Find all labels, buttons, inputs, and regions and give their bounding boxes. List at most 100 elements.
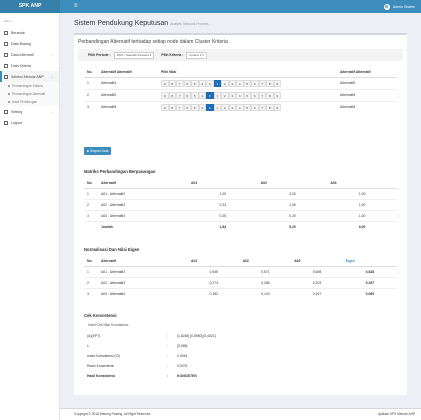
criteria-select-value: Kriteria 1 <box>189 53 202 57</box>
scale-option[interactable]: 7 <box>258 91 266 99</box>
scale-option[interactable]: 8 <box>266 79 274 87</box>
scale-option[interactable]: 7 <box>258 103 266 111</box>
total-cell: Jumlah <box>98 220 188 232</box>
sidebar-item-label: Seleksi Metode ANP <box>11 74 44 79</box>
table-cell: 2 <box>84 276 98 288</box>
table-cell: 3 <box>84 287 98 299</box>
scale-option[interactable]: 9 <box>273 103 281 111</box>
table-cell: A02 - Alternatif3 <box>98 276 188 288</box>
save-button[interactable]: ■ Simpan Data <box>84 147 112 155</box>
scale-option[interactable]: 5 <box>243 91 251 99</box>
chevron-left-icon: ‹ <box>52 109 53 114</box>
scale-option[interactable]: 3 <box>228 91 236 99</box>
scale-option[interactable]: 5 <box>243 79 251 87</box>
scale-option[interactable]: 3 <box>206 103 214 111</box>
filter-bar: Pilih Periode : 2015 - Sekolah Pertama ▾… <box>78 49 403 61</box>
scale-option[interactable]: 6 <box>183 103 191 111</box>
scale-option[interactable]: 5 <box>191 91 199 99</box>
scale-option[interactable]: 7 <box>176 103 184 111</box>
scale-option[interactable]: 3 <box>228 79 236 87</box>
user-name: Admin Sistem <box>392 4 415 9</box>
sidebar-header: Menu <box>4 19 12 23</box>
consistency-cell: 0,0076 <box>177 364 188 368</box>
scale-option[interactable]: 5 <box>191 103 199 111</box>
scale-option[interactable]: 4 <box>198 91 206 99</box>
total-cell: 1,83 <box>188 220 258 232</box>
sidebar-item-label: Setting <box>11 109 23 114</box>
criteria-select[interactable]: Kriteria 1 ▾ <box>186 51 207 59</box>
scale-option[interactable]: 4 <box>198 103 206 111</box>
sidebar-toggle-icon[interactable]: ≡ <box>74 0 78 13</box>
scale-option[interactable]: 4 <box>236 103 244 111</box>
scale-option[interactable]: 8 <box>168 103 176 111</box>
scale-option[interactable]: 6 <box>183 79 191 87</box>
scale-option[interactable]: 8 <box>168 79 176 87</box>
scale-option[interactable]: 3 <box>206 79 214 87</box>
main-content: Sistem Pendukung Keputusan Analytic Netwo… <box>60 13 421 408</box>
consistency-cell: [1,6248] [0,8960] [0,4021] <box>177 334 216 338</box>
scale-option[interactable]: 9 <box>273 79 281 87</box>
scale-option[interactable]: 6 <box>183 91 191 99</box>
scale-option[interactable]: 9 <box>161 91 169 99</box>
scale-option[interactable]: 5 <box>191 79 199 87</box>
sidebar-item-data-bidang[interactable]: Data Bidang <box>0 38 59 49</box>
sidebar-subitem-hasil-perhitungan[interactable]: Hasil Perhitungan <box>0 98 59 106</box>
scale-option[interactable]: 8 <box>168 91 176 99</box>
consistency-cell: Hasil Konsistensi <box>87 374 116 378</box>
scale-option[interactable]: 9 <box>161 103 169 111</box>
scale-option[interactable]: 5 <box>243 103 251 111</box>
sidebar-item-seleksi-anp[interactable]: Seleksi Metode ANP ⌄ <box>0 71 59 82</box>
scale-option[interactable]: 6 <box>251 103 259 111</box>
user-menu[interactable]: Admin Sistem <box>383 0 415 13</box>
table-cell: 3 <box>84 209 98 221</box>
value-scale: 9876543123456789 <box>161 79 334 87</box>
scale-option[interactable]: 6 <box>251 91 259 99</box>
consistency-cell: : <box>167 334 168 338</box>
sidebar-item-setting[interactable]: Setting ‹ <box>0 106 59 117</box>
criteria-label: Pilih Kriteria : <box>161 53 184 57</box>
period-select[interactable]: 2015 - Sekolah Pertama ▾ <box>113 51 155 59</box>
list-icon <box>4 52 8 57</box>
consistency-row: Hasil Konsistensi: KONSISTEN <box>84 371 397 381</box>
sidebar-item-beranda[interactable]: Beranda <box>0 27 59 38</box>
value-cell: 9876543123456789 <box>158 100 337 113</box>
row-left-alternative: Alternatif3 <box>98 100 158 113</box>
consistency-subtitle: Hasil Cek Nilai Konsistensi <box>88 323 129 327</box>
scale-option[interactable]: 2 <box>221 79 229 87</box>
scale-option[interactable]: 1 <box>213 91 221 99</box>
avatar <box>383 3 390 10</box>
scale-option[interactable]: 1 <box>213 79 221 87</box>
power-icon <box>4 120 8 125</box>
scale-option[interactable]: 6 <box>251 79 259 87</box>
scale-option[interactable]: 8 <box>266 103 274 111</box>
col-header: A01 <box>188 256 240 267</box>
table-cell: 0,545 <box>188 265 240 277</box>
folder-icon <box>4 41 8 46</box>
sidebar-item-data-alternatif[interactable]: Data Alternatif ‹ <box>0 49 59 60</box>
scale-option[interactable]: 4 <box>198 79 206 87</box>
scale-option[interactable]: 9 <box>273 91 281 99</box>
home-icon <box>4 30 8 35</box>
sidebar-item-logout[interactable]: Logout <box>0 117 59 128</box>
sidebar-subitem-perbandingan-alternatif[interactable]: Perbandingan Alternatif <box>0 90 59 98</box>
scale-option[interactable]: 7 <box>176 91 184 99</box>
brand-logo[interactable]: SPK ANP <box>0 0 60 13</box>
sidebar: Menu Beranda Data Bidang Data Alternatif… <box>0 13 60 420</box>
scale-option[interactable]: 7 <box>258 79 266 87</box>
scale-option[interactable]: 2 <box>221 91 229 99</box>
scale-option[interactable]: 3 <box>206 91 214 99</box>
page-title-text: Sistem Pendukung Keputusan <box>74 20 169 27</box>
scale-option[interactable]: 2 <box>221 103 229 111</box>
scale-option[interactable]: 7 <box>176 79 184 87</box>
sidebar-subitem-perbandingan-kriteria[interactable]: Perbandingan Kriteria <box>0 82 59 90</box>
page-title: Sistem Pendukung Keputusan Analytic Netwo… <box>74 20 209 27</box>
scale-option[interactable]: 1 <box>213 103 221 111</box>
scale-option[interactable]: 4 <box>236 79 244 87</box>
col-right-alt: Alternatif Alternatif <box>337 67 397 78</box>
row-right-alternative: Alternatif4 <box>337 88 397 101</box>
scale-option[interactable]: 3 <box>228 103 236 111</box>
sidebar-item-data-kriteria[interactable]: Data Kriteria <box>0 60 59 71</box>
scale-option[interactable]: 4 <box>236 91 244 99</box>
scale-option[interactable]: 8 <box>266 91 274 99</box>
scale-option[interactable]: 9 <box>161 79 169 87</box>
